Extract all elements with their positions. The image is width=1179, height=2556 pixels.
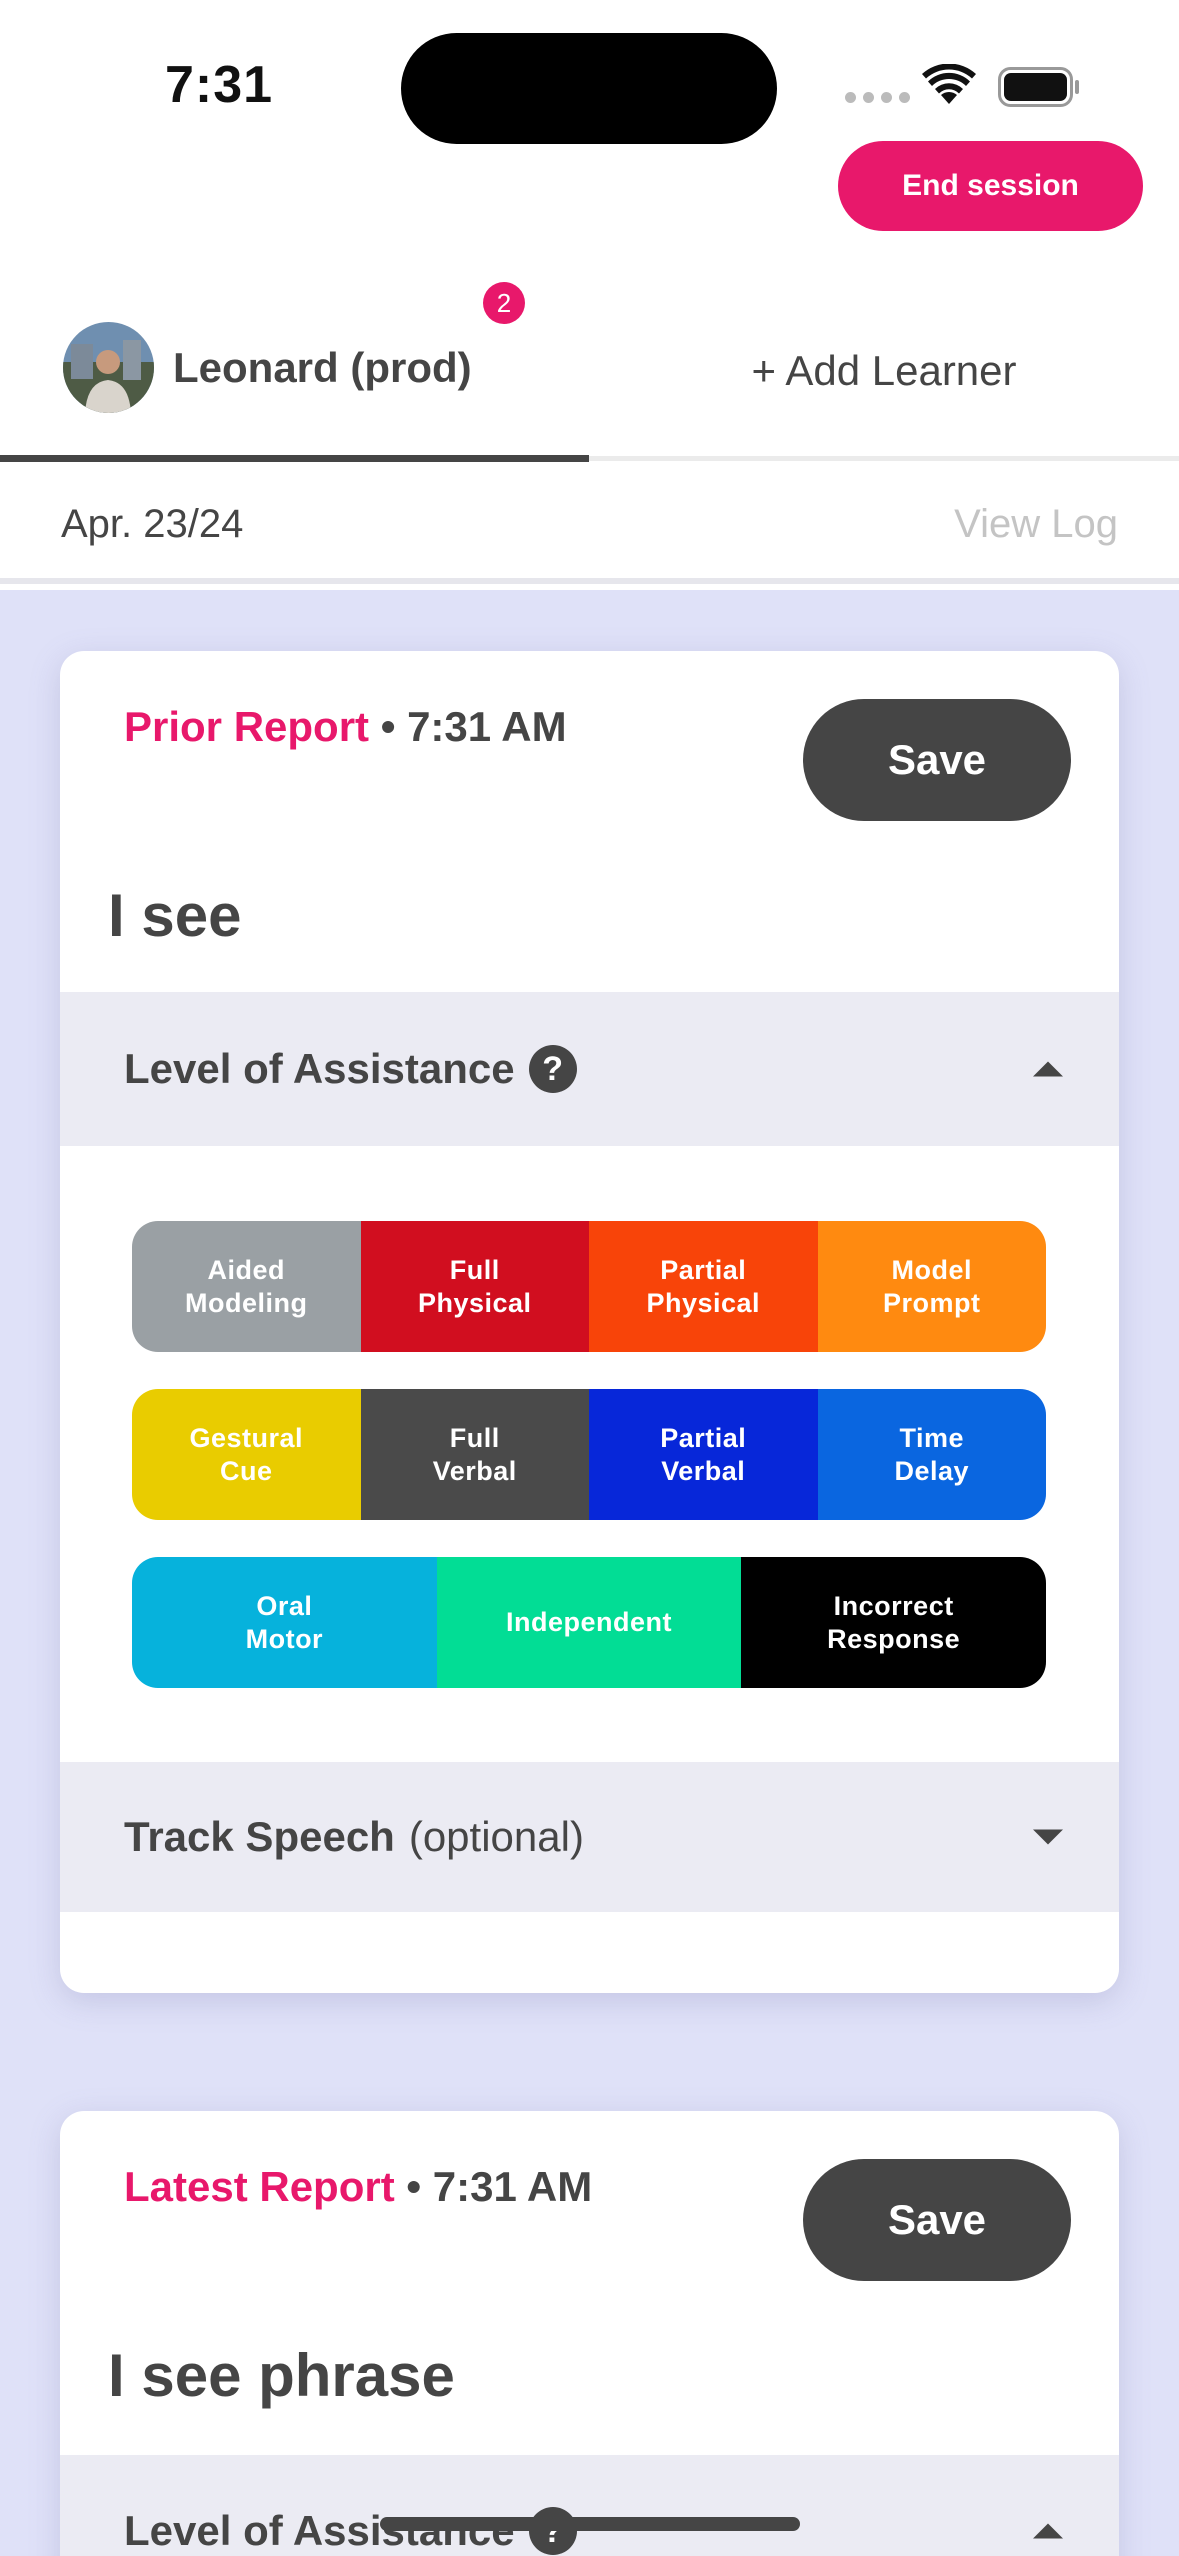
report-card-prior: Prior Report • 7:31 AM Save I see Level … xyxy=(60,651,1119,1993)
session-date-bar: Apr. 23/24 View Log xyxy=(0,462,1179,584)
prompt-incorrect-response[interactable]: Incorrect Response xyxy=(741,1557,1046,1688)
level-of-assistance-header[interactable]: Level of Assistance ? xyxy=(60,2455,1119,2556)
help-icon[interactable]: ? xyxy=(528,2507,577,2555)
section-title-text: Track Speech xyxy=(124,1813,395,1860)
track-speech-header[interactable]: Track Speech (optional) xyxy=(60,1762,1119,1912)
prompt-row: Oral Motor Independent Incorrect Respons… xyxy=(132,1557,1046,1688)
cellular-signal-icon xyxy=(845,92,910,103)
help-icon[interactable]: ? xyxy=(528,1045,577,1093)
view-log-link[interactable]: View Log xyxy=(954,502,1118,547)
learner-name: Leonard (prod) xyxy=(173,344,472,391)
prompt-row: Aided Modeling Full Physical Partial Phy… xyxy=(132,1221,1046,1352)
prompt-gestural-cue[interactable]: Gestural Cue xyxy=(132,1389,361,1520)
notification-badge: 2 xyxy=(483,282,525,324)
chevron-up-icon xyxy=(1033,1061,1063,1077)
active-tab-indicator xyxy=(0,455,589,462)
section-title-text: Level of Assistance xyxy=(124,2507,515,2554)
prompt-partial-physical[interactable]: Partial Physical xyxy=(589,1221,818,1352)
end-session-button[interactable]: End session xyxy=(838,141,1143,231)
report-header: Latest Report • 7:31 AM xyxy=(124,2163,592,2211)
report-phrase: I see xyxy=(108,882,242,949)
level-of-assistance-header[interactable]: Level of Assistance ? xyxy=(60,992,1119,1146)
status-bar: 7:31 xyxy=(0,0,1179,150)
report-header: Prior Report • 7:31 AM xyxy=(124,703,567,751)
wifi-icon xyxy=(922,64,976,104)
prompt-time-delay[interactable]: Time Delay xyxy=(817,1389,1046,1520)
learner-tabs: Leonard (prod) + Add Learner xyxy=(0,280,1179,462)
section-title-text: Level of Assistance xyxy=(124,1045,515,1092)
report-time: • 7:31 AM xyxy=(380,703,567,750)
prompt-oral-motor[interactable]: Oral Motor xyxy=(132,1557,437,1688)
dynamic-island xyxy=(401,33,777,144)
report-label: Prior Report xyxy=(124,703,370,750)
report-time: • 7:31 AM xyxy=(406,2163,593,2210)
optional-label: (optional) xyxy=(408,1813,584,1860)
save-button[interactable]: Save xyxy=(803,2159,1071,2281)
chevron-down-icon xyxy=(1033,1829,1063,1845)
section-title: Level of Assistance ? xyxy=(124,1045,577,1093)
prompt-full-verbal[interactable]: Full Verbal xyxy=(360,1389,589,1520)
chevron-up-icon xyxy=(1033,2523,1063,2539)
report-label: Latest Report xyxy=(124,2163,395,2210)
report-card-latest: Latest Report • 7:31 AM Save I see phras… xyxy=(60,2111,1119,2556)
add-learner-tab[interactable]: + Add Learner xyxy=(589,280,1179,462)
session-date: Apr. 23/24 xyxy=(61,502,244,546)
status-time: 7:31 xyxy=(165,56,274,114)
reports-area: Prior Report • 7:31 AM Save I see Level … xyxy=(0,590,1179,2556)
section-title: Level of Assistance ? xyxy=(124,2507,577,2555)
report-phrase: I see phrase xyxy=(108,2342,455,2409)
prompt-aided-modeling[interactable]: Aided Modeling xyxy=(132,1221,361,1352)
section-title: Track Speech (optional) xyxy=(124,1813,584,1861)
prompt-partial-verbal[interactable]: Partial Verbal xyxy=(589,1389,818,1520)
home-indicator[interactable] xyxy=(380,2517,800,2531)
prompt-model-prompt[interactable]: Model Prompt xyxy=(817,1221,1046,1352)
prompt-full-physical[interactable]: Full Physical xyxy=(360,1221,589,1352)
avatar xyxy=(63,322,154,413)
prompt-independent[interactable]: Independent xyxy=(436,1557,742,1688)
save-button[interactable]: Save xyxy=(803,699,1071,821)
battery-icon xyxy=(998,67,1079,107)
prompt-row: Gestural Cue Full Verbal Partial Verbal … xyxy=(132,1389,1046,1520)
